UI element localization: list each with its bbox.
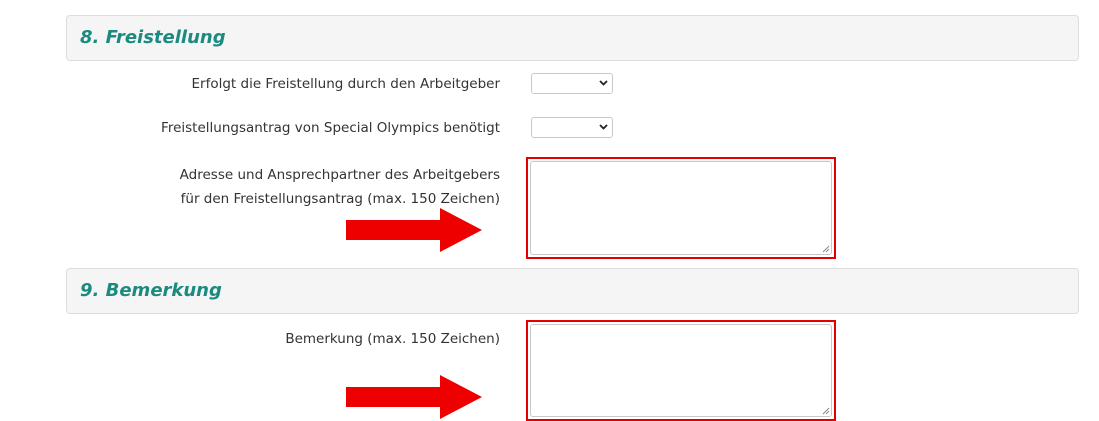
label-freistellung-arbeitgeber: Erfolgt die Freistellung durch den Arbei… — [191, 76, 501, 92]
chevron-down-icon — [599, 80, 608, 86]
arrow-right-icon — [346, 208, 482, 252]
textarea-bemerkung[interactable] — [530, 324, 832, 417]
label-freistellungsantrag-benoetigt: Freistellungsantrag von Special Olympics… — [161, 120, 500, 136]
section-title-bemerkung: 9. Bemerkung — [80, 280, 222, 301]
select-freistellungsantrag-benoetigt[interactable] — [531, 117, 613, 138]
arrow-right-icon — [346, 375, 482, 419]
form-page: 8. Freistellung Erfolgt die Freistellung… — [0, 0, 1099, 421]
label-adresse-ansprechpartner: Adresse und Ansprechpartner des Arbeitge… — [180, 163, 500, 211]
resize-grip-icon[interactable] — [822, 407, 830, 415]
label-bemerkung: Bemerkung (max. 150 Zeichen) — [285, 331, 500, 347]
section-header-bemerkung: 9. Bemerkung — [66, 268, 1079, 314]
chevron-down-icon — [599, 124, 608, 130]
label-line: Adresse und Ansprechpartner des Arbeitge… — [179, 167, 500, 183]
resize-grip-icon[interactable] — [822, 245, 830, 253]
textarea-adresse-ansprechpartner[interactable] — [530, 161, 832, 255]
highlight-box-bemerkung — [526, 320, 836, 421]
highlight-box-adresse — [526, 157, 836, 259]
section-header-freistellung: 8. Freistellung — [66, 15, 1079, 61]
section-title-freistellung: 8. Freistellung — [80, 27, 226, 48]
select-freistellung-arbeitgeber[interactable] — [531, 73, 613, 94]
